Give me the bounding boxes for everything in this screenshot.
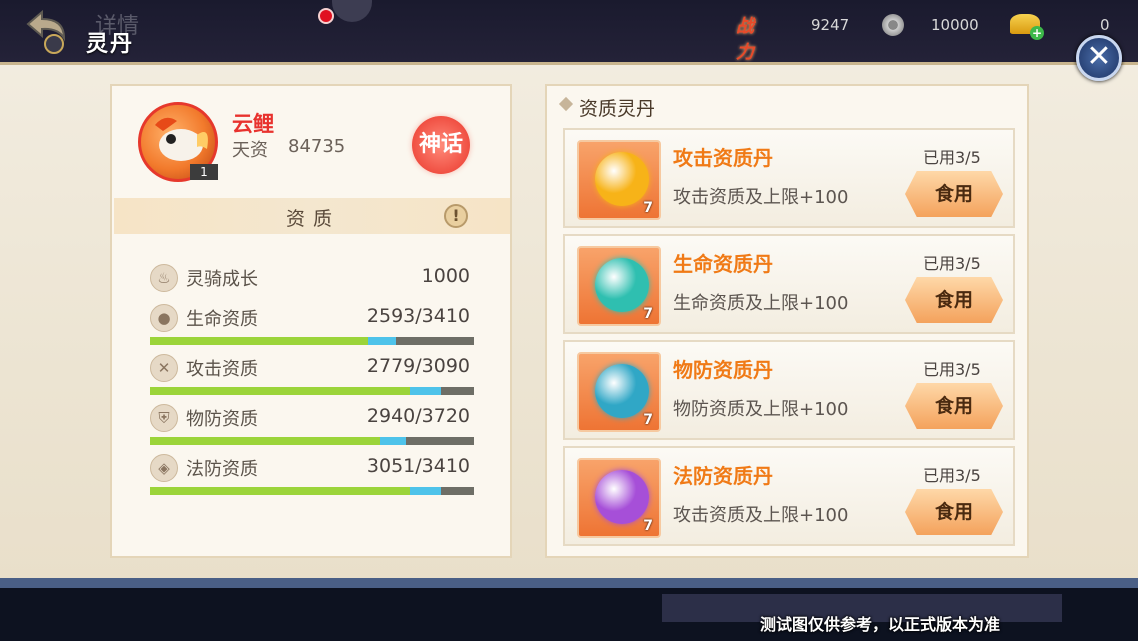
flame-icon: ♨ — [150, 264, 178, 292]
bar-fill — [150, 487, 411, 495]
pill-desc: 攻击资质及上限+100 — [673, 505, 849, 526]
pill-used: 已用3/5 — [923, 360, 981, 379]
use-pill-button[interactable]: 食用 — [905, 383, 1003, 429]
stat-value: 2940/3720 — [366, 405, 470, 427]
pill-used: 已用3/5 — [923, 148, 981, 167]
pill-item-icon[interactable]: 7 — [577, 140, 661, 220]
bar-bonus — [410, 387, 442, 395]
pet-talent-label: 天资 — [232, 140, 268, 161]
page-title: 灵丹 — [86, 32, 135, 57]
pet-info-panel: 1 云鲤 天资 84735 神话 资质 ! ♨ 灵骑成长 1000 ● 生命资质… — [110, 84, 512, 558]
pill-used: 已用3/5 — [923, 466, 981, 485]
stat-value: 1000 — [421, 265, 470, 287]
use-pill-button[interactable]: 食用 — [905, 171, 1003, 217]
gold-value: 0 — [1100, 16, 1110, 34]
pill-count: 7 — [643, 200, 653, 216]
stat-label: 生命资质 — [186, 309, 258, 330]
coin-value: 10000 — [931, 16, 979, 34]
rank-badge: 神话 — [412, 116, 470, 174]
pill-orb — [595, 364, 649, 418]
stat-value: 3051/3410 — [366, 455, 470, 477]
stat-label: 法防资质 — [186, 459, 258, 480]
pill-item-icon[interactable]: 7 — [577, 352, 661, 432]
diamond-icon — [558, 96, 574, 112]
talent-number: 84735 — [288, 136, 346, 157]
pill-name: 攻击资质丹 — [673, 146, 773, 170]
bar-fill — [150, 437, 381, 445]
panel-bottom-edge — [0, 578, 1138, 588]
power-value: 9247 — [811, 16, 850, 34]
stat-progress-bar — [150, 487, 474, 495]
pill-card: 7 物防资质丹 物防资质及上限+100 已用3/5 食用 — [563, 340, 1015, 440]
stat-progress-bar — [150, 337, 474, 345]
pill-orb — [595, 258, 649, 312]
pill-count: 7 — [643, 518, 653, 534]
pill-item-icon[interactable]: 7 — [577, 458, 661, 538]
stat-label: 攻击资质 — [186, 359, 258, 380]
stat-label: 灵骑成长 — [186, 269, 258, 290]
stat-value: 2593/3410 — [366, 305, 470, 327]
info-icon[interactable]: ! — [444, 204, 468, 228]
bar-fill — [150, 387, 411, 395]
bar-bonus — [380, 437, 406, 445]
magic-shield-icon: ◈ — [150, 454, 178, 482]
pill-name: 物防资质丹 — [673, 358, 773, 382]
gourd-icon: ● — [150, 304, 178, 332]
pill-orb — [595, 470, 649, 524]
pill-orb — [595, 152, 649, 206]
pill-name: 法防资质丹 — [673, 464, 773, 488]
pill-card: 7 攻击资质丹 攻击资质及上限+100 已用3/5 食用 — [563, 128, 1015, 228]
stat-progress-bar — [150, 437, 474, 445]
pill-card: 7 法防资质丹 攻击资质及上限+100 已用3/5 食用 — [563, 446, 1015, 546]
swords-icon: ✕ — [150, 354, 178, 382]
stat-row-hp: ● 生命资质 2593/3410 — [150, 302, 474, 345]
pills-title: 资质灵丹 — [579, 98, 656, 120]
pill-card: 7 生命资质丹 生命资质及上限+100 已用3/5 食用 — [563, 234, 1015, 334]
pill-desc: 攻击资质及上限+100 — [673, 187, 849, 208]
back-arrow-icon — [26, 9, 66, 54]
pill-count: 7 — [643, 306, 653, 322]
disclaimer-text: 测试图仅供参考，以正式版本为准 — [760, 615, 1001, 634]
pill-used: 已用3/5 — [923, 254, 981, 273]
pill-count: 7 — [643, 412, 653, 428]
add-gold-icon[interactable]: + — [1030, 26, 1044, 40]
stat-row-attack: ✕ 攻击资质 2779/3090 — [150, 352, 474, 395]
notification-dot — [318, 8, 334, 24]
pill-item-icon[interactable]: 7 — [577, 246, 661, 326]
pill-name: 生命资质丹 — [673, 252, 773, 276]
stat-progress-bar — [150, 387, 474, 395]
coin-icon — [882, 14, 904, 36]
stat-row-growth: ♨ 灵骑成长 1000 — [150, 262, 474, 302]
pet-level-badge: 1 — [190, 164, 218, 180]
stat-row-mdef: ◈ 法防资质 3051/3410 — [150, 452, 474, 495]
back-button[interactable] — [20, 6, 72, 56]
attributes-title: 资质 — [286, 208, 341, 230]
attributes-header: 资质 ! — [114, 198, 510, 234]
stat-row-pdef: ⛨ 物防资质 2940/3720 — [150, 402, 474, 445]
pill-desc: 物防资质及上限+100 — [673, 399, 849, 420]
stat-label: 物防资质 — [186, 409, 258, 430]
shield-icon: ⛨ — [150, 404, 178, 432]
pills-panel: 资质灵丹 7 攻击资质丹 攻击资质及上限+100 已用3/5 食用 7 生命资质… — [545, 84, 1029, 558]
close-button[interactable]: ✕ — [1076, 35, 1122, 81]
bar-bonus — [368, 337, 397, 345]
use-pill-button[interactable]: 食用 — [905, 489, 1003, 535]
pet-name: 云鲤 — [232, 112, 274, 136]
stat-value: 2779/3090 — [366, 355, 470, 377]
use-pill-button[interactable]: 食用 — [905, 277, 1003, 323]
pill-desc: 生命资质及上限+100 — [673, 293, 849, 314]
bar-bonus — [410, 487, 442, 495]
power-label: 战力 — [736, 16, 754, 63]
bar-fill — [150, 337, 369, 345]
pet-talent-value: 84735 — [276, 136, 345, 157]
